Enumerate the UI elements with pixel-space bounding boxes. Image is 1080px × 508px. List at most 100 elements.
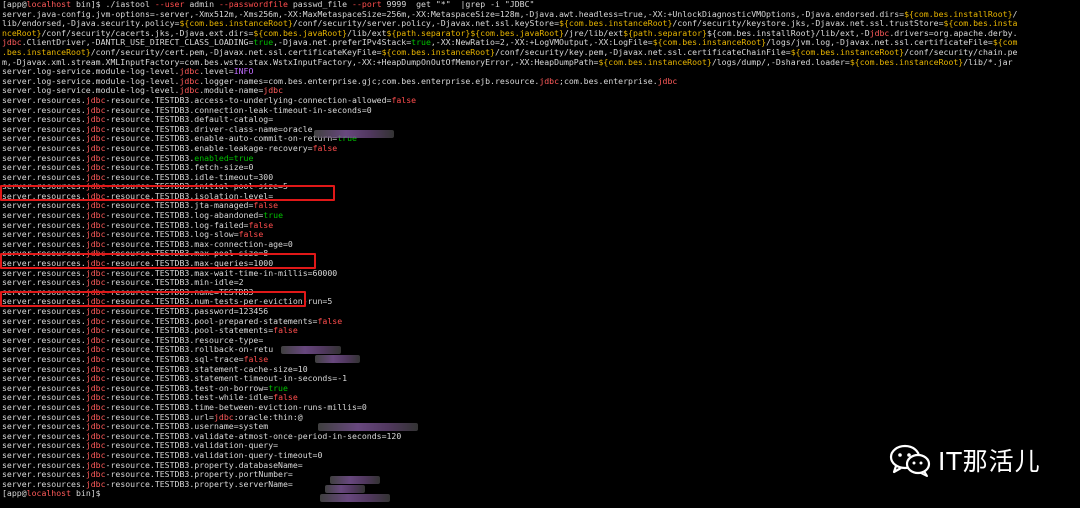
redacted-port-number — [325, 485, 365, 493]
output-line: server.resources.jdbc-resource.TESTDB3.p… — [2, 317, 1078, 327]
text-segment: -resource.TESTDB3.test-on-borrow= — [105, 383, 269, 393]
text-segment: / — [1012, 9, 1018, 19]
text-segment: /conf/security/cert.pem,-Djavax.net.ssl.… — [90, 47, 382, 57]
output-line: server.log-service.module-log-level.jdbc… — [2, 67, 1078, 77]
text-segment: server.resources. — [2, 354, 86, 364]
text-segment: server.log-service.module-log-level. — [2, 67, 180, 77]
text-segment: server.resources. — [2, 393, 86, 403]
text-segment: -resource.TESTDB3.statement-cache-size=1… — [105, 364, 308, 374]
text-segment: -resource.TESTDB3.access-to-underlying-c… — [105, 95, 392, 105]
text-segment: server.resources. — [2, 220, 86, 230]
text-segment: server.resources. — [2, 422, 86, 432]
redacted-database-name — [330, 476, 380, 484]
text-segment: /jre/lib/ext — [564, 28, 624, 38]
output-line: server.resources.jdbc-resource.TESTDB3.u… — [2, 413, 1078, 423]
text-segment: ${com — [992, 38, 1018, 48]
text-segment: server.resources. — [2, 201, 86, 211]
text-segment: false — [253, 201, 279, 211]
text-segment: jdbc — [213, 412, 234, 422]
text-segment: .bes.instanceRoot} — [2, 47, 91, 57]
text-segment: jdbc — [657, 76, 678, 86]
text-segment: jdbc — [85, 470, 106, 480]
text-segment: -resource.TESTDB3.validation-query-timeo… — [105, 450, 323, 460]
text-segment: server.resources. — [2, 239, 86, 249]
text-segment: [app@ — [2, 489, 27, 499]
text-segment: bin]$ — [71, 489, 106, 499]
text-segment: jdbc — [85, 134, 106, 144]
text-segment: jdbc — [85, 393, 106, 403]
redacted-url — [318, 423, 418, 431]
text-segment: jdbc — [179, 76, 200, 86]
text-segment: ${com.bes.instanceRoot} — [598, 57, 712, 67]
output-line: .bes.instanceRoot}/conf/security/cert.pe… — [2, 48, 1078, 58]
text-segment: server.resources. — [2, 364, 86, 374]
output-line: server.java-config.jvm-options=-server,-… — [2, 10, 1078, 20]
output-line: server.resources.jdbc-resource.TESTDB3.l… — [2, 211, 1078, 221]
text-segment: server.resources. — [2, 105, 86, 115]
watermark: IT那活儿 — [888, 440, 1041, 480]
terminal-window[interactable]: [app@localhost bin]$ ./iastool --user ad… — [0, 0, 1080, 508]
text-segment: nceRoot} — [2, 28, 42, 38]
watermark-text: IT那活儿 — [938, 447, 1041, 476]
text-segment: true — [268, 383, 288, 393]
text-segment: /conf/security/keystore.jks,-Djavax.net.… — [672, 19, 944, 29]
text-segment: jdbc — [179, 67, 200, 77]
text-segment: bin]$ ./iastool — [71, 0, 155, 9]
output-line: server.resources.jdbc-resource.TESTDB3.p… — [2, 480, 1078, 490]
text-segment: -resource.TESTDB3.property.databaseName= — [105, 460, 303, 470]
text-segment: -resource.TESTDB3.property.portNumber= — [105, 470, 293, 480]
output-line: server.log-service.module-log-level.jdbc… — [2, 77, 1078, 87]
output-line: server.resources.jdbc-resource.TESTDB3.m… — [2, 278, 1078, 288]
text-segment: server.resources. — [2, 95, 86, 105]
text-segment: jdbc — [85, 278, 106, 288]
text-segment: server.resources. — [2, 345, 86, 355]
text-segment: jdbc — [85, 335, 106, 345]
output-line: server.resources.jdbc-resource.TESTDB3.e… — [2, 134, 1078, 144]
output-line: server.resources.jdbc-resource.TESTDB3.c… — [2, 106, 1078, 116]
text-segment: jdbc — [85, 345, 106, 355]
output-line: server.resources.jdbc-resource.TESTDB3.e… — [2, 154, 1078, 164]
text-segment: jdbc — [85, 422, 106, 432]
text-segment: jdbc — [85, 460, 106, 470]
text-segment: jdbc — [85, 268, 106, 278]
output-line: server.log-service.module-log-level.jdbc… — [2, 86, 1078, 96]
text-segment: server.resources. — [2, 402, 86, 412]
text-segment: true — [411, 38, 431, 48]
highlight-initial-pool-size — [0, 185, 335, 201]
text-segment: -resource.TESTDB3.connection-leak-timeou… — [105, 105, 372, 115]
text-segment: false — [248, 220, 274, 230]
text-segment: server.resources. — [2, 134, 86, 144]
text-segment: -resource.TESTDB3.pool-statements= — [105, 326, 274, 336]
text-segment: /conf/security/cacerts.jks,-Djava.ext.di… — [41, 28, 254, 38]
text-segment: -resource.TESTDB3.fetch-size=0 — [105, 163, 254, 173]
text-segment: /lib/*.jar — [963, 57, 1013, 67]
output-line: server.resources.jdbc-resource.TESTDB3.t… — [2, 384, 1078, 394]
output-line: server.resources.jdbc-resource.TESTDB3.t… — [2, 393, 1078, 403]
text-segment: -resource.TESTDB3.username=system — [105, 422, 269, 432]
output-line: server.resources.jdbc-resource.TESTDB3.r… — [2, 336, 1078, 346]
text-segment: /logs/jvm.log,-Djavax.net.ssl.certificat… — [766, 38, 993, 48]
text-segment: -resource.TESTDB3.resource-type= — [105, 335, 264, 345]
text-segment: jdbc — [85, 95, 106, 105]
text-segment: ;com.bes.enterprise. — [559, 76, 658, 86]
text-segment: ${com.bes.installRoot}/lib/ext,-D — [706, 28, 870, 38]
text-segment: --passwordfile — [218, 0, 288, 9]
text-segment: server.resources. — [2, 431, 86, 441]
text-segment: -resource.TESTDB3.validate-atmost-once-p… — [105, 431, 402, 441]
text-segment: ${com.bes.insta — [943, 19, 1018, 29]
text-segment: server.resources. — [2, 441, 86, 451]
output-line: server.resources.jdbc-resource.TESTDB3.m… — [2, 269, 1078, 279]
redacted-rollback — [315, 355, 360, 363]
text-segment: jdbc — [85, 450, 106, 460]
text-segment: jdbc — [85, 163, 106, 173]
text-segment: --user — [154, 0, 185, 9]
text-segment: localhost — [26, 0, 72, 9]
text-segment: server.resources. — [2, 316, 86, 326]
highlight-max-pool-size — [0, 253, 316, 269]
output-line: server.resources.jdbc-resource.TESTDB3.s… — [2, 365, 1078, 375]
output-line: server.resources.jdbc-resource.TESTDB3.r… — [2, 345, 1078, 355]
redacted-server-name — [320, 494, 390, 502]
text-segment: .module-name= — [199, 86, 264, 96]
text-segment: false — [273, 393, 298, 403]
text-segment: jdbc — [85, 201, 106, 211]
